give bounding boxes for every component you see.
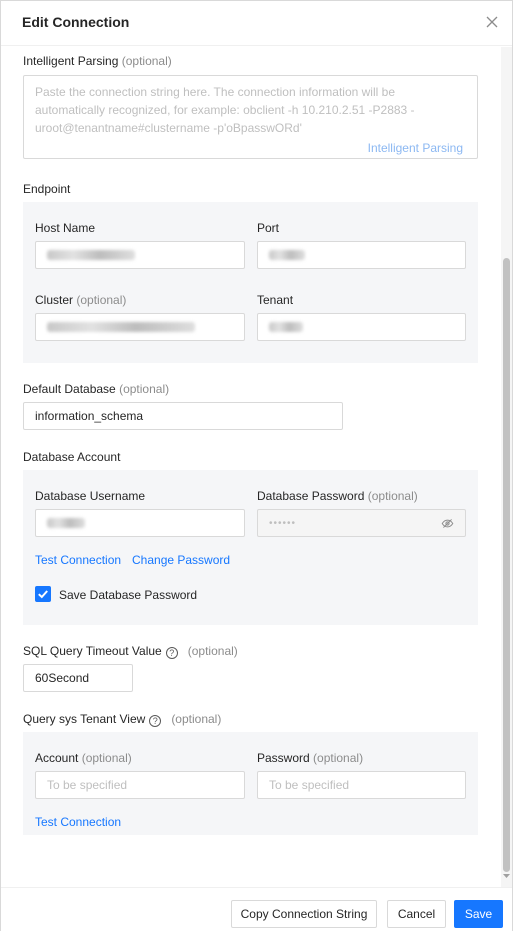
redacted-value bbox=[269, 250, 305, 260]
endpoint-section-label: Endpoint bbox=[23, 182, 71, 196]
change-password-link[interactable]: Change Password bbox=[132, 553, 230, 567]
save-password-label: Save Database Password bbox=[59, 588, 198, 602]
help-icon[interactable]: ? bbox=[165, 647, 178, 659]
timeout-input[interactable]: 60Second bbox=[23, 664, 133, 692]
scroll-down-arrow-icon[interactable] bbox=[503, 873, 510, 879]
close-icon[interactable] bbox=[484, 14, 500, 30]
tenant-input[interactable] bbox=[257, 313, 466, 341]
port-input[interactable] bbox=[257, 241, 466, 269]
database-password-input[interactable]: •••••• bbox=[257, 509, 466, 537]
port-label: Port bbox=[257, 221, 280, 235]
database-password-label: Database Password (optional) bbox=[257, 489, 418, 503]
cancel-button[interactable]: Cancel bbox=[387, 900, 446, 928]
dialog-title: Edit Connection bbox=[22, 14, 130, 30]
sys-test-connection-link[interactable]: Test Connection bbox=[35, 815, 121, 829]
host-name-label: Host Name bbox=[35, 221, 96, 235]
sys-password-input[interactable]: To be specified bbox=[257, 771, 466, 799]
sys-account-placeholder: To be specified bbox=[47, 778, 128, 792]
connection-string-textarea[interactable]: Paste the connection string here. The co… bbox=[23, 75, 478, 159]
tenant-label: Tenant bbox=[257, 293, 294, 307]
default-database-value: information_schema bbox=[35, 409, 144, 423]
checkmark-icon bbox=[38, 590, 48, 599]
host-name-input[interactable] bbox=[35, 241, 245, 269]
edit-connection-dialog: Edit Connection Intelligent Parsing (opt… bbox=[0, 0, 513, 931]
redacted-value bbox=[269, 322, 303, 332]
test-connection-link[interactable]: Test Connection bbox=[35, 553, 121, 567]
save-button[interactable]: Save bbox=[454, 900, 503, 928]
redacted-value bbox=[47, 250, 135, 260]
database-username-label: Database Username bbox=[35, 489, 146, 503]
cluster-label: Cluster (optional) bbox=[35, 293, 127, 307]
sys-tenant-label: Query sys Tenant View? (optional) bbox=[23, 712, 222, 727]
dialog-footer: Copy Connection String Cancel Save bbox=[1, 887, 512, 931]
password-mask: •••••• bbox=[269, 517, 297, 529]
sys-password-label: Password (optional) bbox=[257, 751, 364, 765]
sys-account-input[interactable]: To be specified bbox=[35, 771, 245, 799]
redacted-value bbox=[47, 322, 195, 332]
save-password-checkbox[interactable] bbox=[35, 586, 51, 602]
intelligent-parsing-label: Intelligent Parsing (optional) bbox=[23, 54, 172, 68]
eye-slash-icon[interactable] bbox=[441, 517, 454, 530]
copy-connection-string-button[interactable]: Copy Connection String bbox=[231, 900, 377, 928]
timeout-value: 60Second bbox=[35, 671, 90, 685]
sys-account-label: Account (optional) bbox=[35, 751, 132, 765]
database-account-section-label: Database Account bbox=[23, 450, 121, 464]
default-database-label: Default Database (optional) bbox=[23, 382, 170, 396]
scrollbar-thumb[interactable] bbox=[503, 258, 510, 872]
dialog-body: Intelligent Parsing (optional) Paste the… bbox=[1, 47, 512, 887]
intelligent-parsing-button[interactable]: Intelligent Parsing bbox=[368, 141, 463, 155]
cluster-input[interactable] bbox=[35, 313, 245, 341]
database-username-input[interactable] bbox=[35, 509, 245, 537]
timeout-label: SQL Query Timeout Value? (optional) bbox=[23, 644, 238, 659]
connection-string-placeholder: Paste the connection string here. The co… bbox=[35, 85, 415, 135]
help-icon[interactable]: ? bbox=[149, 715, 162, 727]
redacted-value bbox=[47, 518, 85, 528]
dialog-header: Edit Connection bbox=[1, 1, 512, 46]
sys-password-placeholder: To be specified bbox=[269, 778, 350, 792]
default-database-input[interactable]: information_schema bbox=[23, 402, 343, 430]
